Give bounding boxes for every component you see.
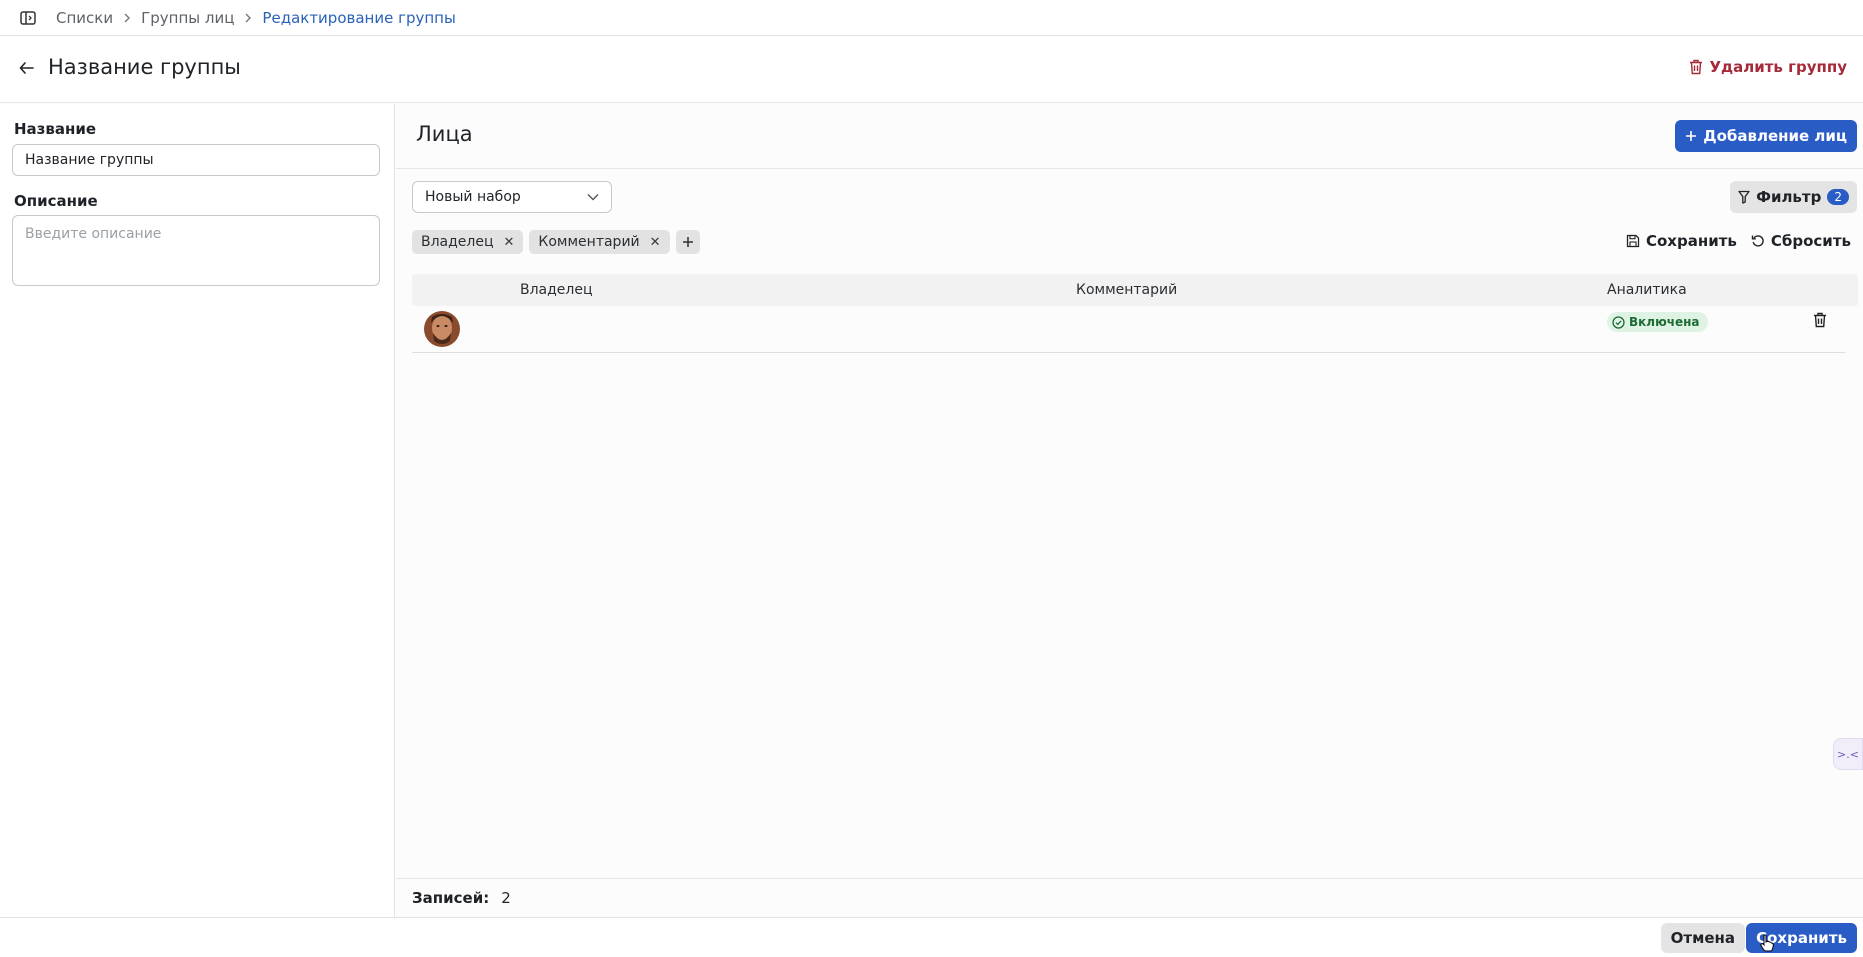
breadcrumb-current: Редактирование группы — [262, 8, 456, 27]
back-arrow-icon[interactable] — [18, 59, 38, 79]
breadcrumb-bar: Списки Группы лиц Редактирование группы — [0, 0, 1863, 36]
column-comment[interactable]: Комментарий — [1076, 282, 1177, 298]
breadcrumb-lists[interactable]: Списки — [56, 9, 113, 27]
faces-title: Лица — [416, 122, 473, 146]
check-circle-icon — [1612, 315, 1625, 329]
close-icon[interactable]: ✕ — [650, 235, 661, 250]
page-header: Название группы Удалить группу — [0, 37, 1863, 103]
assistant-widget-icon[interactable]: >.< — [1833, 738, 1863, 770]
plus-icon — [682, 236, 694, 248]
preset-select[interactable]: Новый набор — [412, 181, 612, 213]
divider — [396, 878, 1863, 879]
add-chip-button[interactable] — [675, 230, 700, 254]
reset-view-button[interactable]: Сбросить — [1751, 232, 1851, 250]
breadcrumb-face-groups[interactable]: Группы лиц — [141, 9, 234, 27]
filter-button[interactable]: Фильтр 2 — [1730, 181, 1857, 213]
delete-group-button[interactable]: Удалить группу — [1689, 58, 1847, 76]
name-label: Название — [14, 120, 97, 138]
close-icon[interactable]: ✕ — [504, 235, 515, 250]
table-header: Владелец Комментарий Аналитика — [412, 274, 1858, 306]
preset-value: Новый набор — [425, 189, 521, 205]
chip-owner[interactable]: Владелец ✕ — [412, 230, 524, 254]
chevron-right-icon — [244, 12, 252, 24]
chip-label: Владелец — [421, 234, 494, 250]
records-count: Записей: 2 — [412, 889, 511, 907]
column-owner[interactable]: Владелец — [520, 282, 593, 298]
chip-comment[interactable]: Комментарий ✕ — [529, 230, 670, 254]
add-faces-button[interactable]: Добавление лиц — [1675, 120, 1857, 152]
records-value: 2 — [501, 889, 511, 907]
filter-label: Фильтр — [1756, 188, 1822, 206]
filter-icon — [1738, 190, 1750, 204]
column-chips: Владелец ✕ Комментарий ✕ — [412, 230, 700, 254]
description-label: Описание — [14, 192, 98, 210]
delete-group-label: Удалить группу — [1709, 58, 1847, 76]
chevron-down-icon — [587, 193, 599, 201]
form-actions-bar: Отмена Сохранить — [0, 917, 1863, 957]
group-form-panel: Название Описание Введите описание — [0, 104, 395, 917]
reset-icon — [1751, 234, 1765, 248]
description-textarea[interactable]: Введите описание — [12, 215, 380, 286]
face-avatar[interactable] — [424, 311, 460, 347]
plus-icon — [1685, 130, 1697, 142]
chevron-right-icon — [123, 12, 131, 24]
page-title: Название группы — [48, 55, 241, 79]
cancel-button[interactable]: Отмена — [1660, 923, 1745, 953]
hand-cursor-icon — [1760, 934, 1774, 952]
add-faces-label: Добавление лиц — [1703, 127, 1847, 145]
trash-icon — [1689, 59, 1703, 75]
status-badge: Включена — [1607, 312, 1708, 332]
column-analytics[interactable]: Аналитика — [1607, 282, 1687, 298]
faces-panel: Лица Добавление лиц Новый набор Фильтр 2… — [396, 104, 1863, 917]
table-row[interactable]: Включена — [412, 306, 1845, 353]
records-label: Записей: — [412, 889, 490, 907]
reset-view-label: Сбросить — [1770, 232, 1851, 250]
trash-icon[interactable] — [1813, 312, 1827, 328]
floppy-disk-icon — [1626, 234, 1640, 248]
name-input[interactable] — [12, 144, 380, 176]
divider — [396, 168, 1863, 169]
chip-label: Комментарий — [538, 234, 640, 250]
sidebar-toggle-icon[interactable] — [18, 8, 38, 28]
filter-count-badge: 2 — [1827, 189, 1849, 205]
save-view-button[interactable]: Сохранить — [1626, 232, 1737, 250]
save-view-label: Сохранить — [1645, 232, 1737, 250]
status-label: Включена — [1629, 315, 1700, 329]
view-actions: Сохранить Сбросить — [1626, 232, 1851, 250]
